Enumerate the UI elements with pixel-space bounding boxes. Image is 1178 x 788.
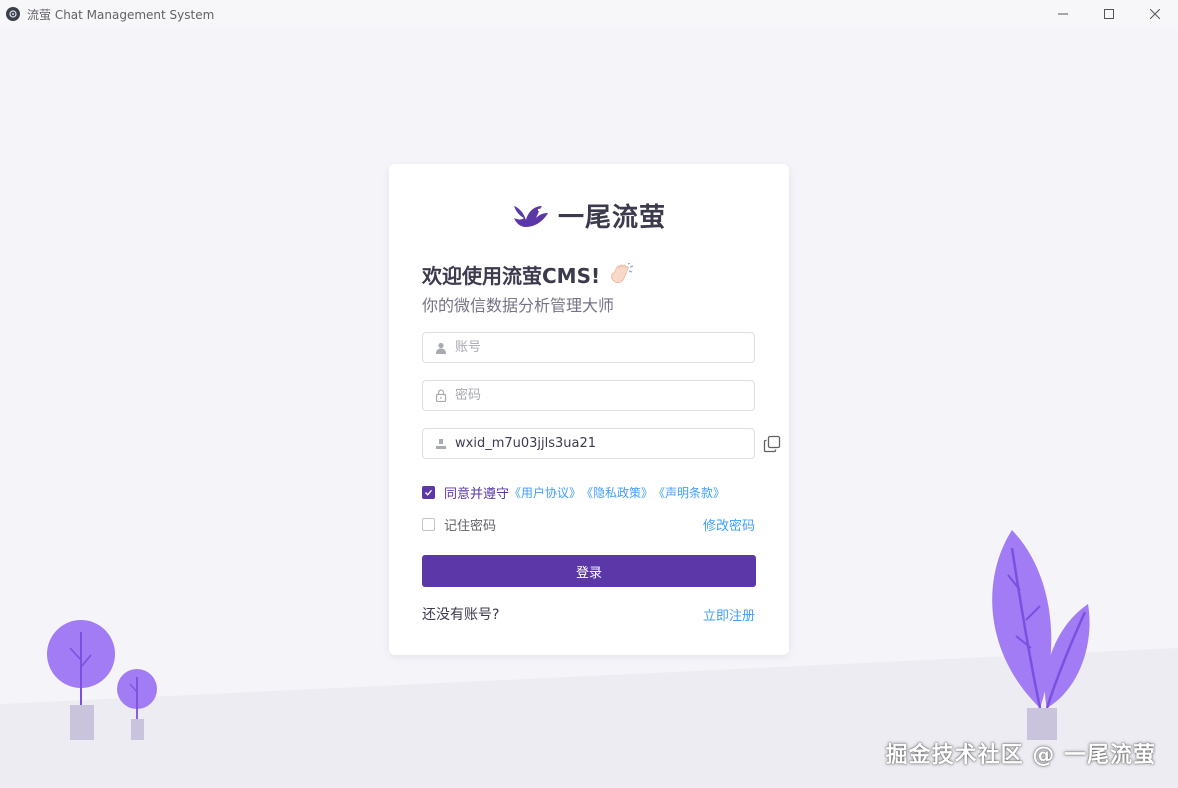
close-button[interactable] [1132, 0, 1178, 28]
agree-label: 同意并遵守 [444, 487, 510, 502]
minimize-button[interactable] [1040, 0, 1086, 28]
user-agreement-link[interactable]: 《用户协议》 [509, 484, 581, 501]
agreement-row: 同意并遵守 《用户协议》 《隐私政策》 《声明条款》 [422, 483, 725, 502]
check-icon [425, 489, 433, 496]
agree-checkbox[interactable] [422, 486, 435, 499]
remember-row: 记住密码 修改密码 [422, 515, 755, 534]
login-card: 一尾流萤 欢迎使用流萤CMS! 你的微信数据分析管理大师 账号 wxid_m7u… [389, 164, 789, 655]
wxid-field[interactable] [422, 428, 755, 459]
no-account-text: 还没有账号? [422, 607, 500, 623]
welcome-subtitle: 你的微信数据分析管理大师 [422, 296, 615, 315]
account-field[interactable] [422, 332, 755, 363]
lock-icon [427, 389, 455, 402]
minimize-icon [1058, 13, 1068, 15]
app-logo-icon [6, 7, 20, 21]
remember-label[interactable]: 记住密码 [444, 515, 496, 534]
password-field[interactable] [422, 380, 755, 411]
window-title: 流萤 Chat Management System [27, 7, 215, 22]
change-password-link[interactable]: 修改密码 [703, 515, 755, 534]
brand-name: 一尾流萤 [557, 202, 666, 233]
bird-icon [513, 206, 548, 227]
signup-row: 还没有账号? 立即注册 [422, 604, 755, 624]
title-bar: 流萤 Chat Management System [0, 0, 1178, 28]
password-input[interactable] [455, 388, 754, 403]
welcome-text: 欢迎使用流萤CMS! [422, 264, 601, 288]
privacy-policy-link[interactable]: 《隐私政策》 [581, 484, 653, 501]
copy-button[interactable] [762, 434, 782, 454]
window-controls [1040, 0, 1178, 28]
remember-checkbox[interactable] [422, 518, 435, 531]
wxid-input[interactable] [455, 436, 754, 451]
welcome-heading: 欢迎使用流萤CMS! [422, 260, 634, 289]
wxid-user-icon [427, 438, 455, 450]
copy-icon [763, 435, 781, 453]
maximize-button[interactable] [1086, 0, 1132, 28]
disclaimer-link[interactable]: 《声明条款》 [653, 484, 725, 501]
user-icon [427, 342, 455, 354]
watermark: 掘金技术社区 @ 一尾流萤 [885, 743, 1156, 768]
account-input[interactable] [455, 340, 754, 355]
register-link[interactable]: 立即注册 [703, 605, 755, 624]
maximize-icon [1104, 9, 1114, 19]
brand-header: 一尾流萤 [389, 198, 789, 233]
login-button[interactable]: 登录 [422, 555, 756, 587]
close-icon [1150, 9, 1160, 19]
waving-hand-icon [611, 262, 634, 283]
